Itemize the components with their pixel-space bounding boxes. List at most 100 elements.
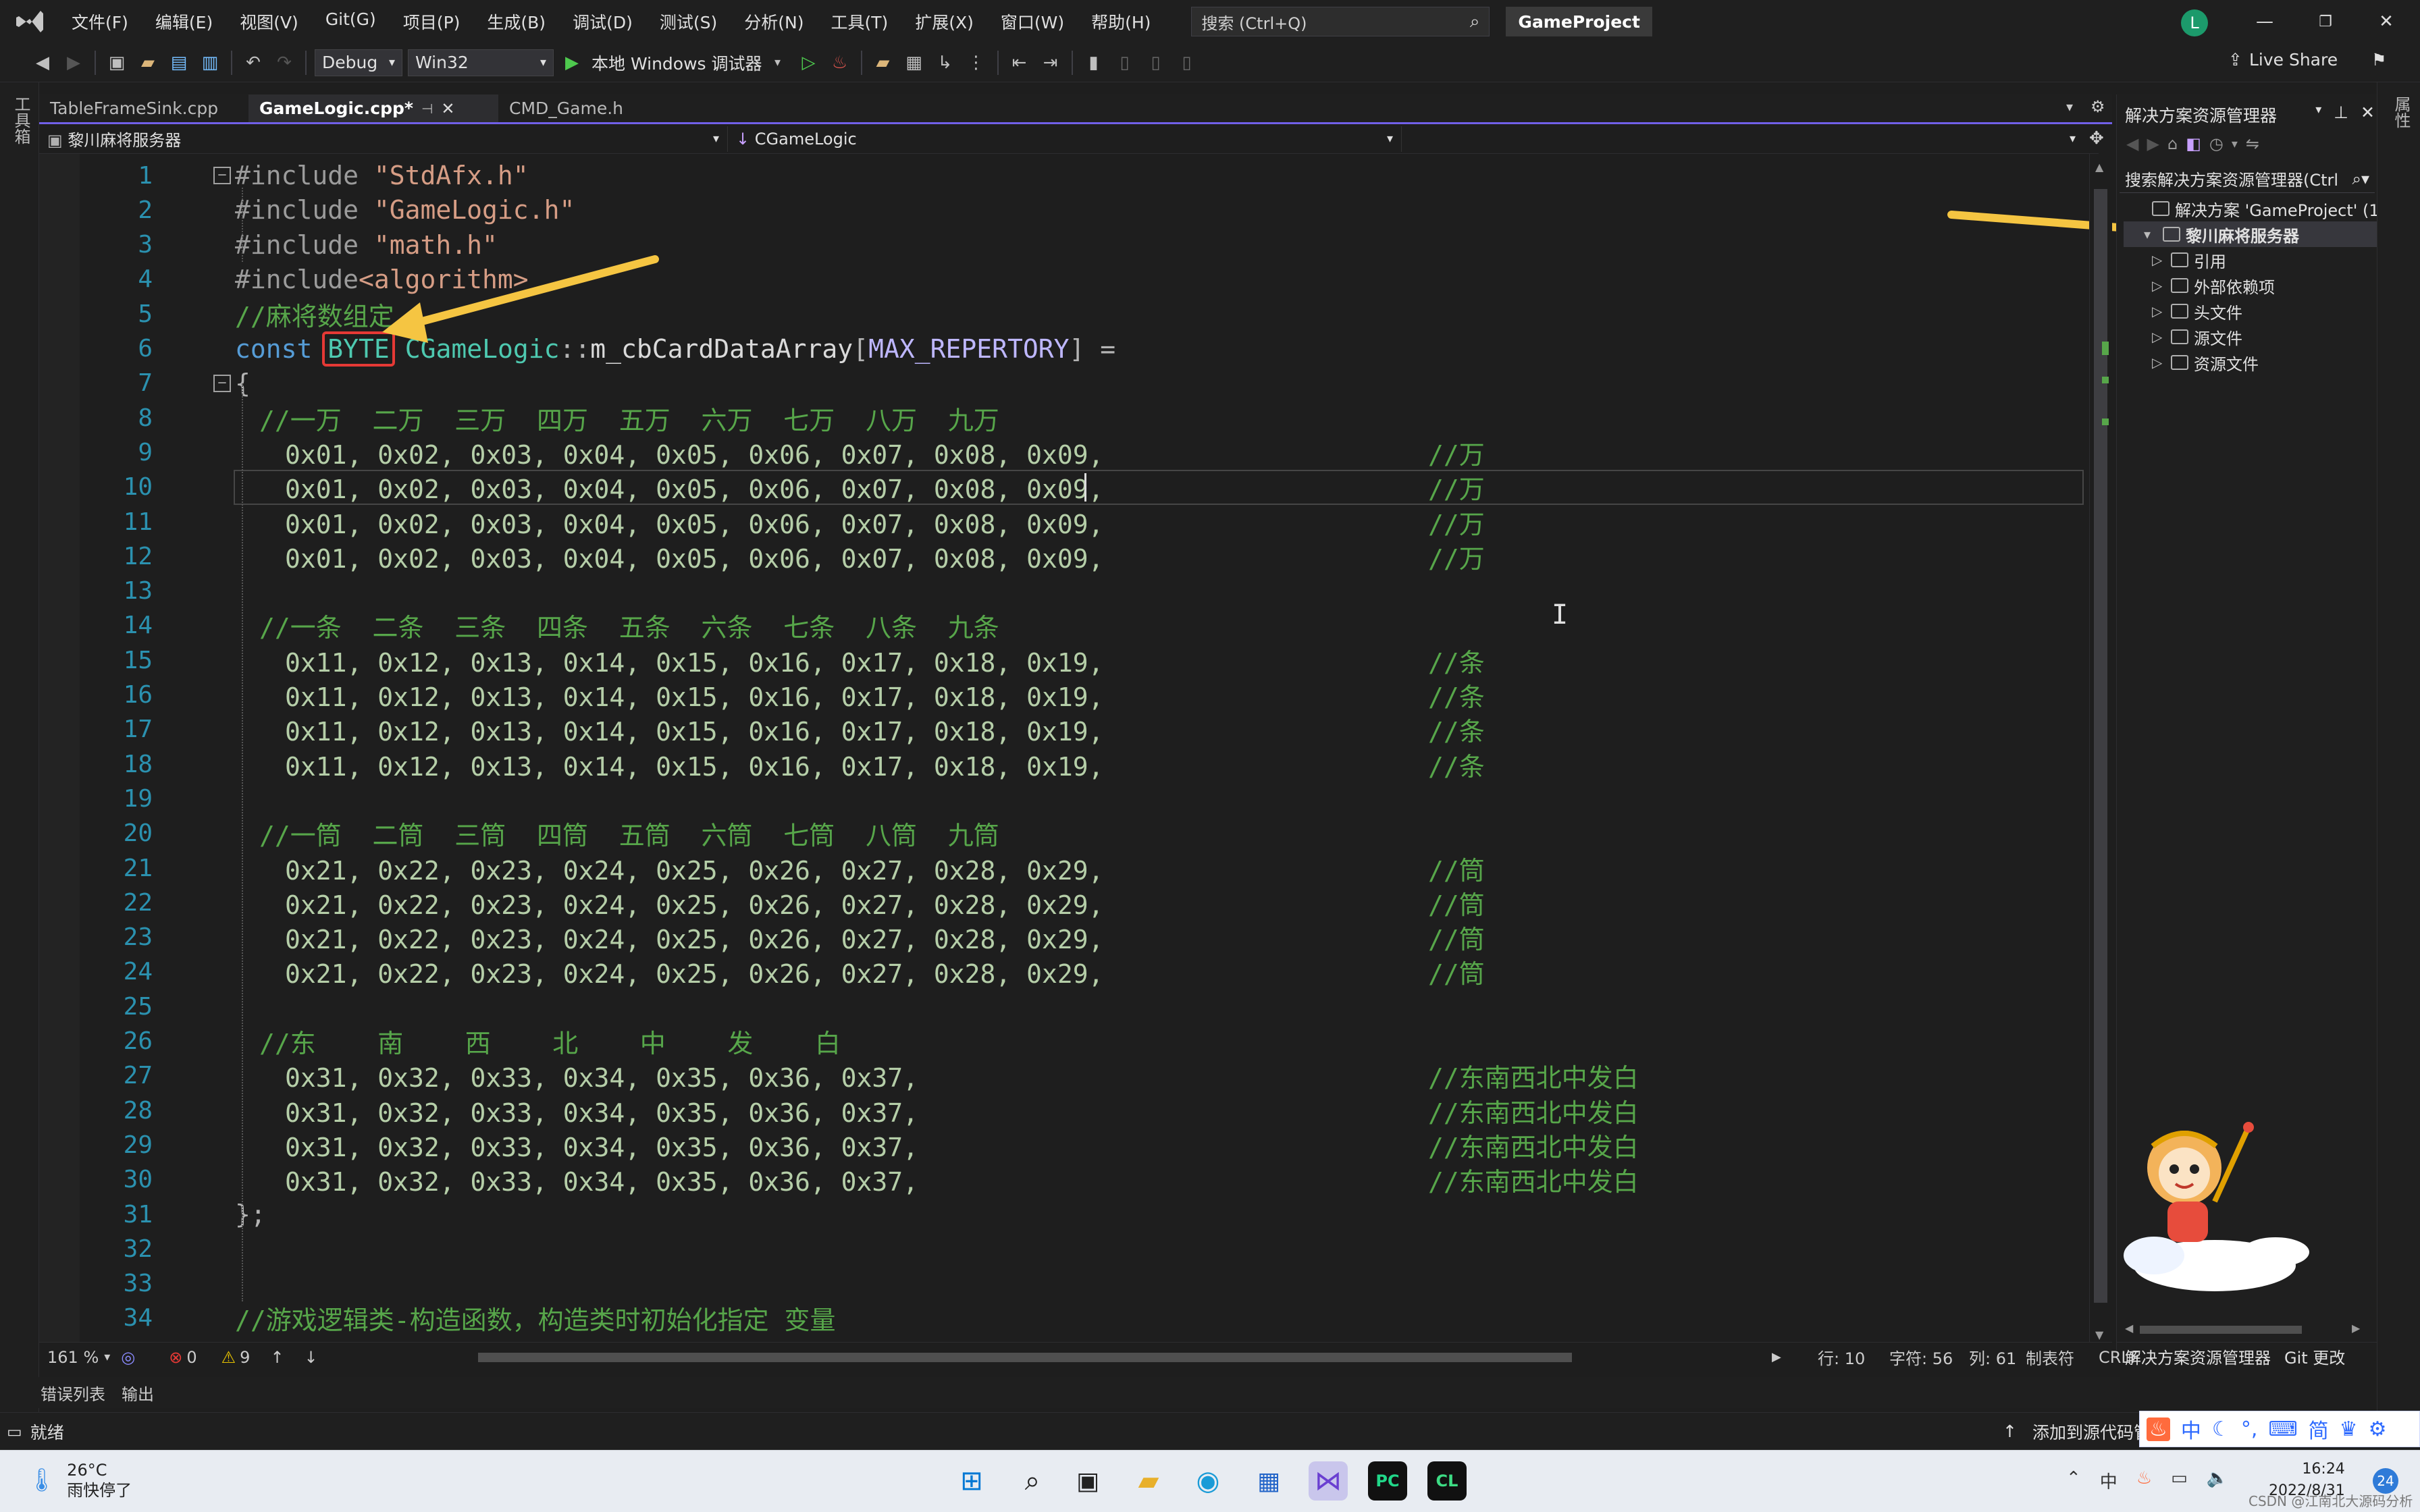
- arrow-up-icon[interactable]: ↑: [270, 1348, 284, 1367]
- tree-expander-icon[interactable]: ▾: [2144, 226, 2157, 242]
- csdn-watermark: CSDN @江南北大源码分析: [2248, 1493, 2413, 1509]
- ime-toolbar[interactable]: ♨ 中 ☾ °, ⌨ 简 ♛ ⚙: [2139, 1411, 2420, 1447]
- pycharm-icon[interactable]: PC: [1368, 1461, 1407, 1501]
- zoom-level[interactable]: 161 %: [47, 1348, 99, 1367]
- chevron-down-icon[interactable]: ▾: [104, 1350, 110, 1364]
- arrow-down-icon[interactable]: ↓: [305, 1348, 318, 1367]
- store-icon[interactable]: ▦: [1249, 1461, 1288, 1501]
- tree-item[interactable]: ▷ 源文件: [2152, 324, 2242, 350]
- weather-widget[interactable]: 🌡 26°C 雨快停了: [27, 1460, 132, 1501]
- health-icon[interactable]: ◎: [121, 1348, 135, 1367]
- visual-studio-taskbar-icon[interactable]: ⋈: [1309, 1461, 1348, 1501]
- tree-item[interactable]: ▷ 外部依赖项: [2152, 273, 2275, 298]
- tree-item-label: 头文件: [2194, 303, 2242, 323]
- clion-icon[interactable]: CL: [1427, 1461, 1467, 1501]
- search-icon: ⌕▾: [2352, 169, 2370, 188]
- task-view-icon[interactable]: ▣: [1068, 1461, 1107, 1501]
- tree-item-label: 引用: [2194, 252, 2226, 271]
- tree-item[interactable]: ▷ 资源文件: [2152, 350, 2259, 375]
- punctuation-icon[interactable]: °,: [2241, 1418, 2258, 1441]
- home-icon[interactable]: ⌂: [2167, 134, 2178, 153]
- scroll-up-icon[interactable]: ▲: [2095, 161, 2103, 173]
- scrollbar-thumb[interactable]: [2094, 189, 2107, 1303]
- solution-explorer-footer-tabs: 解决方案资源管理器 Git 更改: [2117, 1342, 2377, 1370]
- solution-search-placeholder: 搜索解决方案资源管理器(Ctrl: [2125, 171, 2339, 190]
- pending-changes-icon[interactable]: ◷: [2209, 134, 2224, 153]
- annotation-arrows: [382, 211, 2221, 343]
- tree-item[interactable]: 解决方案 'GameProject' (1 个: [2133, 196, 2400, 221]
- char-status[interactable]: 字符: 56: [1889, 1345, 1953, 1369]
- change-marker: [2102, 377, 2109, 383]
- tree-expander-icon[interactable]: ▷: [2152, 354, 2165, 371]
- footer-tab[interactable]: 解决方案资源管理器: [2125, 1345, 2271, 1368]
- solution-horizontal-scrollbar[interactable]: ◀ ▶: [2125, 1322, 2361, 1335]
- solution-explorer-header: 解决方案资源管理器 ▾ ⊥ ✕: [2125, 103, 2375, 127]
- search-icon[interactable]: ⌕: [1013, 1461, 1052, 1501]
- switch-views-icon[interactable]: ◧: [2186, 134, 2201, 153]
- tree-node-icon: [2171, 304, 2188, 319]
- file-explorer-icon[interactable]: ▰: [1129, 1461, 1168, 1501]
- column-status[interactable]: 列: 61: [1969, 1345, 2016, 1369]
- system-tray: ⌃ 中 ♨ ▭ 🔈: [2066, 1468, 2228, 1493]
- properties-tab[interactable]: 属性: [2390, 96, 2413, 128]
- ime-language-indicator[interactable]: 中: [2100, 1468, 2118, 1493]
- edge-browser-icon[interactable]: ◉: [1188, 1461, 1228, 1501]
- editor-horizontal-scrollbar[interactable]: [438, 1353, 1774, 1362]
- editor-vertical-scrollbar[interactable]: ▲ ▼: [2089, 154, 2112, 1342]
- solution-search-box[interactable]: 搜索解决方案资源管理器(Ctrl ⌕▾: [2120, 165, 2375, 193]
- tree-item-label: 解决方案 'GameProject' (1 个: [2175, 200, 2401, 220]
- scrollbar-thumb[interactable]: [2140, 1326, 2302, 1334]
- scroll-right-icon[interactable]: ▶: [1772, 1350, 1781, 1364]
- scroll-down-icon[interactable]: ▼: [2095, 1328, 2103, 1341]
- tab-mode-status[interactable]: 制表符: [2026, 1345, 2074, 1369]
- tree-node-icon: [2171, 329, 2188, 344]
- chevron-down-icon[interactable]: ▾: [2232, 137, 2238, 151]
- tree-expander-icon[interactable]: ▷: [2152, 252, 2165, 268]
- editor-status-bar: 161 % ▾ ◎ ⊗ 0 ⚠ 9 ↑ ↓ ▶ 行: 10 字符: 56 列: …: [39, 1342, 2140, 1372]
- solution-explorer-toolbar: ◀ ▶ ⌂ ◧ ◷ ▾ ⇋: [2117, 128, 2377, 159]
- chevron-down-icon[interactable]: ▾: [2315, 103, 2321, 127]
- keyboard-icon[interactable]: ⌨: [2268, 1418, 2297, 1441]
- skin-icon[interactable]: ♛: [2340, 1418, 2358, 1441]
- weather-temperature: 26°C: [67, 1461, 107, 1480]
- tree-item[interactable]: ▷ 头文件: [2152, 298, 2242, 324]
- ime-simplified-mode[interactable]: 简: [2309, 1414, 2329, 1444]
- error-icon: ⊗: [169, 1347, 183, 1367]
- scroll-left-icon[interactable]: ◀: [2125, 1322, 2133, 1334]
- chevron-up-icon[interactable]: ⌃: [2066, 1468, 2081, 1493]
- moon-icon[interactable]: ☾: [2212, 1418, 2230, 1441]
- error-count[interactable]: 0: [186, 1348, 196, 1367]
- windows-start-icon[interactable]: ⊞: [952, 1461, 991, 1501]
- network-icon[interactable]: ▭: [2171, 1468, 2188, 1493]
- close-panel-icon[interactable]: ✕: [2361, 103, 2375, 127]
- warning-icon: ⚠: [221, 1347, 236, 1367]
- back-icon[interactable]: ◀: [2126, 134, 2138, 153]
- bottom-tool-tab[interactable]: 错误列表: [41, 1381, 105, 1405]
- tree-item-label: 黎川麻将服务器: [2186, 226, 2299, 246]
- tree-expander-icon[interactable]: ▷: [2152, 303, 2165, 319]
- tree-item[interactable]: ▾ 黎川麻将服务器: [2124, 221, 2377, 247]
- forward-icon[interactable]: ▶: [2147, 134, 2159, 153]
- add-to-source-control[interactable]: 添加到源代码管: [2032, 1420, 2151, 1444]
- tree-item[interactable]: ▷ 引用: [2152, 247, 2226, 273]
- ready-status: 就绪: [30, 1422, 64, 1442]
- pin-icon[interactable]: ⊥: [2334, 103, 2348, 127]
- ime-chinese-mode[interactable]: 中: [2181, 1414, 2201, 1444]
- sogou-tray-icon[interactable]: ♨: [2136, 1468, 2152, 1493]
- volume-icon[interactable]: 🔈: [2207, 1468, 2228, 1493]
- output-window-icon[interactable]: ▭: [7, 1422, 22, 1441]
- bottom-tool-tabs: 错误列表 输出: [0, 1377, 2120, 1408]
- arrow-up-icon: ↑: [2003, 1422, 2017, 1441]
- footer-tab[interactable]: Git 更改: [2284, 1345, 2345, 1368]
- horizontal-scrollbar-thumb[interactable]: [478, 1353, 1572, 1362]
- sync-icon[interactable]: ⇋: [2246, 134, 2259, 153]
- line-number-status[interactable]: 行: 10: [1818, 1345, 1865, 1369]
- warning-count[interactable]: 9: [240, 1348, 250, 1367]
- tree-expander-icon[interactable]: ▷: [2152, 277, 2165, 294]
- ime-settings-icon[interactable]: ⚙: [2369, 1418, 2387, 1441]
- scroll-right-icon[interactable]: ▶: [2352, 1322, 2360, 1334]
- bottom-tool-tab[interactable]: 输出: [122, 1381, 154, 1405]
- ime-logo-icon[interactable]: ♨: [2147, 1417, 2170, 1441]
- tree-node-icon: [2152, 201, 2169, 216]
- tree-expander-icon[interactable]: ▷: [2152, 329, 2165, 345]
